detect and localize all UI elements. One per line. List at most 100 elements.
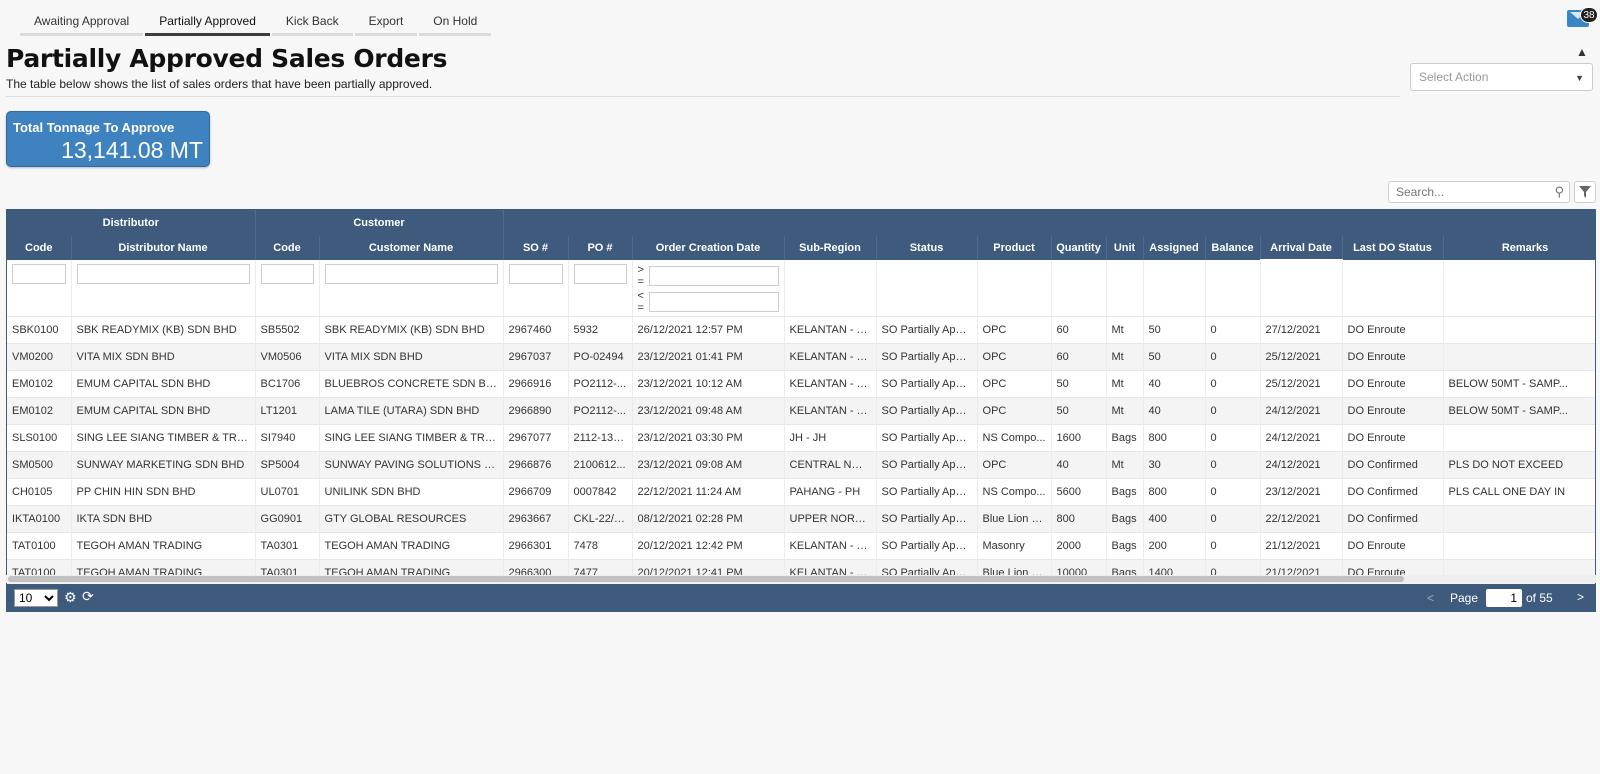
table-cell: 200 (1143, 532, 1206, 560)
table-cell: 2112-133... (568, 424, 633, 452)
filter-cell (71, 260, 256, 317)
table-row[interactable]: EM0102 EMUM CAPITAL SDN BHD LT1201 LAMA TIL… (7, 397, 1595, 425)
column-header[interactable]: Product (977, 236, 1052, 260)
table-row[interactable]: SLS0100 SING LEE SIANG TIMBER & TRADI... S… (7, 424, 1595, 452)
filter-cell (977, 260, 1052, 317)
table-row[interactable]: SBK0100 SBK READYMIX (KB) SDN BHD SB5502 SB… (7, 316, 1595, 344)
table-cell: UPPER NORTH... (784, 505, 877, 533)
column-header[interactable]: Remarks (1443, 236, 1595, 260)
table-cell: 30 (1143, 451, 1206, 479)
filter-input-po-number[interactable] (573, 264, 627, 284)
table-cell: 800 (1143, 478, 1206, 506)
table-cell: PO2112-... (568, 370, 633, 398)
search-box: ⚲ (1388, 181, 1570, 203)
column-header[interactable]: Code (7, 236, 72, 260)
refresh-icon[interactable]: ⟳ (82, 588, 94, 605)
table-cell: CENTRAL NOR... (784, 451, 877, 479)
table-cell: 22/12/2021 11:24 AM (632, 478, 785, 506)
column-header[interactable]: Distributor Name (71, 236, 256, 260)
table-cell: 0 (1205, 505, 1261, 533)
tab-kick-back[interactable]: Kick Back (271, 9, 353, 36)
filter-cell (7, 260, 72, 317)
table-cell: 2000 (1051, 532, 1107, 560)
table-cell: 23/12/2021 01:41 PM (632, 343, 785, 371)
notification-badge: 38 (1580, 7, 1598, 23)
table-row[interactable]: EM0102 EMUM CAPITAL SDN BHD BC1706 BLUEBROS… (7, 370, 1595, 398)
column-header[interactable]: PO # (568, 236, 633, 260)
select-action-dropdown[interactable]: Select Action ▼ (1410, 63, 1593, 91)
table-cell: 2963667 (503, 505, 569, 533)
table-cell: VM0200 (7, 343, 72, 371)
table-cell: KELANTAN - KE (784, 343, 877, 371)
filter-cell (784, 260, 877, 317)
horizontal-scrollbar[interactable] (6, 575, 1596, 583)
tab-export[interactable]: Export (354, 9, 418, 36)
table-cell: SING LEE SIANG TIMBER & TRADI... (319, 424, 504, 452)
filter-cell (1260, 260, 1343, 317)
table-cell: Mt (1106, 451, 1144, 479)
column-header[interactable]: Customer Name (319, 236, 504, 260)
table-cell: SBK READYMIX (KB) SDN BHD (71, 316, 256, 344)
column-header[interactable]: SO # (503, 236, 569, 260)
current-page-input[interactable]: 1 (1486, 589, 1522, 607)
page-size-select[interactable]: 10 (14, 589, 58, 607)
filter-input-so-number[interactable] (508, 264, 563, 284)
column-header[interactable]: Arrival Date (1260, 236, 1343, 261)
table-row[interactable]: SM0500 SUNWAY MARKETING SDN BHD SP5004 SUNW… (7, 451, 1595, 479)
table-cell: 2966876 (503, 451, 569, 479)
table-cell (1443, 532, 1595, 560)
column-header[interactable]: Quantity (1051, 236, 1107, 260)
table-cell: 26/12/2021 12:57 PM (632, 316, 785, 344)
group-header-distributor: Distributor (7, 210, 256, 236)
column-header[interactable]: Assigned (1143, 236, 1206, 260)
table-cell: 2966709 (503, 478, 569, 506)
next-page-button[interactable]: > (1577, 590, 1584, 604)
search-input[interactable] (1394, 182, 1544, 202)
table-cell: 0 (1205, 451, 1261, 479)
column-header[interactable]: Unit (1106, 236, 1144, 260)
table-row[interactable]: CH0105 PP CHIN HIN SDN BHD UL0701 UNILINK S… (7, 478, 1595, 506)
table-cell: SO Partially Appr... (876, 478, 978, 506)
column-header[interactable]: Order Creation Date (632, 236, 785, 260)
date-filter-to-input[interactable] (648, 292, 779, 312)
gear-icon[interactable]: ⚙ (64, 589, 77, 606)
filter-input-customer-code[interactable] (260, 264, 314, 284)
table-row[interactable]: IKTA0100 IKTA SDN BHD GG0901 GTY GLOBAL RES… (7, 505, 1595, 533)
table-cell: 7478 (568, 532, 633, 560)
filter-input-distributor-code[interactable] (12, 264, 66, 284)
filter-cell: > = < = (632, 260, 785, 317)
tab-on-hold[interactable]: On Hold (419, 9, 492, 36)
filter-button[interactable] (1574, 181, 1596, 203)
table-row[interactable]: VM0200 VITA MIX SDN BHD VM0506 VITA MIX SDN… (7, 343, 1595, 371)
table-cell: Mt (1106, 316, 1144, 344)
column-header[interactable]: Status (876, 236, 978, 260)
table-cell: 08/12/2021 02:28 PM (632, 505, 785, 533)
table-cell: 0 (1205, 316, 1261, 344)
table-cell: 27/12/2021 (1260, 316, 1343, 344)
column-header[interactable]: Balance (1205, 236, 1261, 260)
table-cell: 23/12/2021 09:48 AM (632, 397, 785, 425)
date-filter-from-input[interactable] (648, 266, 779, 286)
column-header[interactable]: Code (255, 236, 320, 260)
filter-cell (568, 260, 633, 317)
column-header[interactable]: Last DO Status (1342, 236, 1444, 260)
prev-page-button[interactable]: < (1427, 591, 1434, 605)
table-row[interactable]: TAT0100 TEGOH AMAN TRADING TA0301 TEGOH AMA… (7, 532, 1595, 560)
date-range-filter: > = < = (638, 264, 779, 314)
table-cell: TA0301 (255, 532, 320, 560)
table-cell: OPC (977, 397, 1052, 425)
table-cell: SBK0100 (7, 316, 72, 344)
tab-awaiting-approval[interactable]: Awaiting Approval (20, 9, 144, 36)
search-icon[interactable]: ⚲ (1554, 184, 1564, 200)
table-cell: 0 (1205, 343, 1261, 371)
column-header[interactable]: Sub-Region (784, 236, 877, 260)
filter-input-distributor-name[interactable] (76, 264, 250, 284)
table-cell: NS Compo... (977, 478, 1052, 506)
tab-partially-approved[interactable]: Partially Approved (145, 9, 270, 36)
table-cell: EM0102 (7, 397, 72, 425)
scrollbar-thumb[interactable] (8, 576, 1404, 582)
collapse-chevron-up-icon[interactable]: ▲ (1576, 45, 1588, 59)
filter-cell (1342, 260, 1444, 317)
table-cell: 25/12/2021 (1260, 343, 1343, 371)
filter-input-customer-name[interactable] (324, 264, 498, 284)
